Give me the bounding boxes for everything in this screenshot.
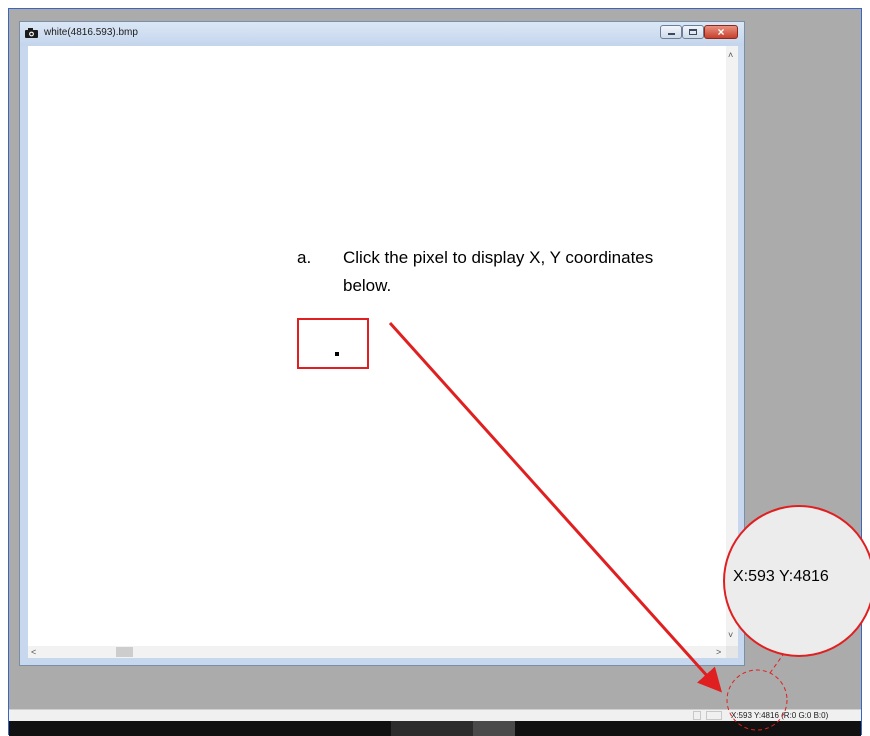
zoom-callout-text: X:593 Y:4816 <box>733 568 829 585</box>
zoom-source-circle <box>726 669 788 731</box>
pointer-arrow <box>388 321 723 693</box>
